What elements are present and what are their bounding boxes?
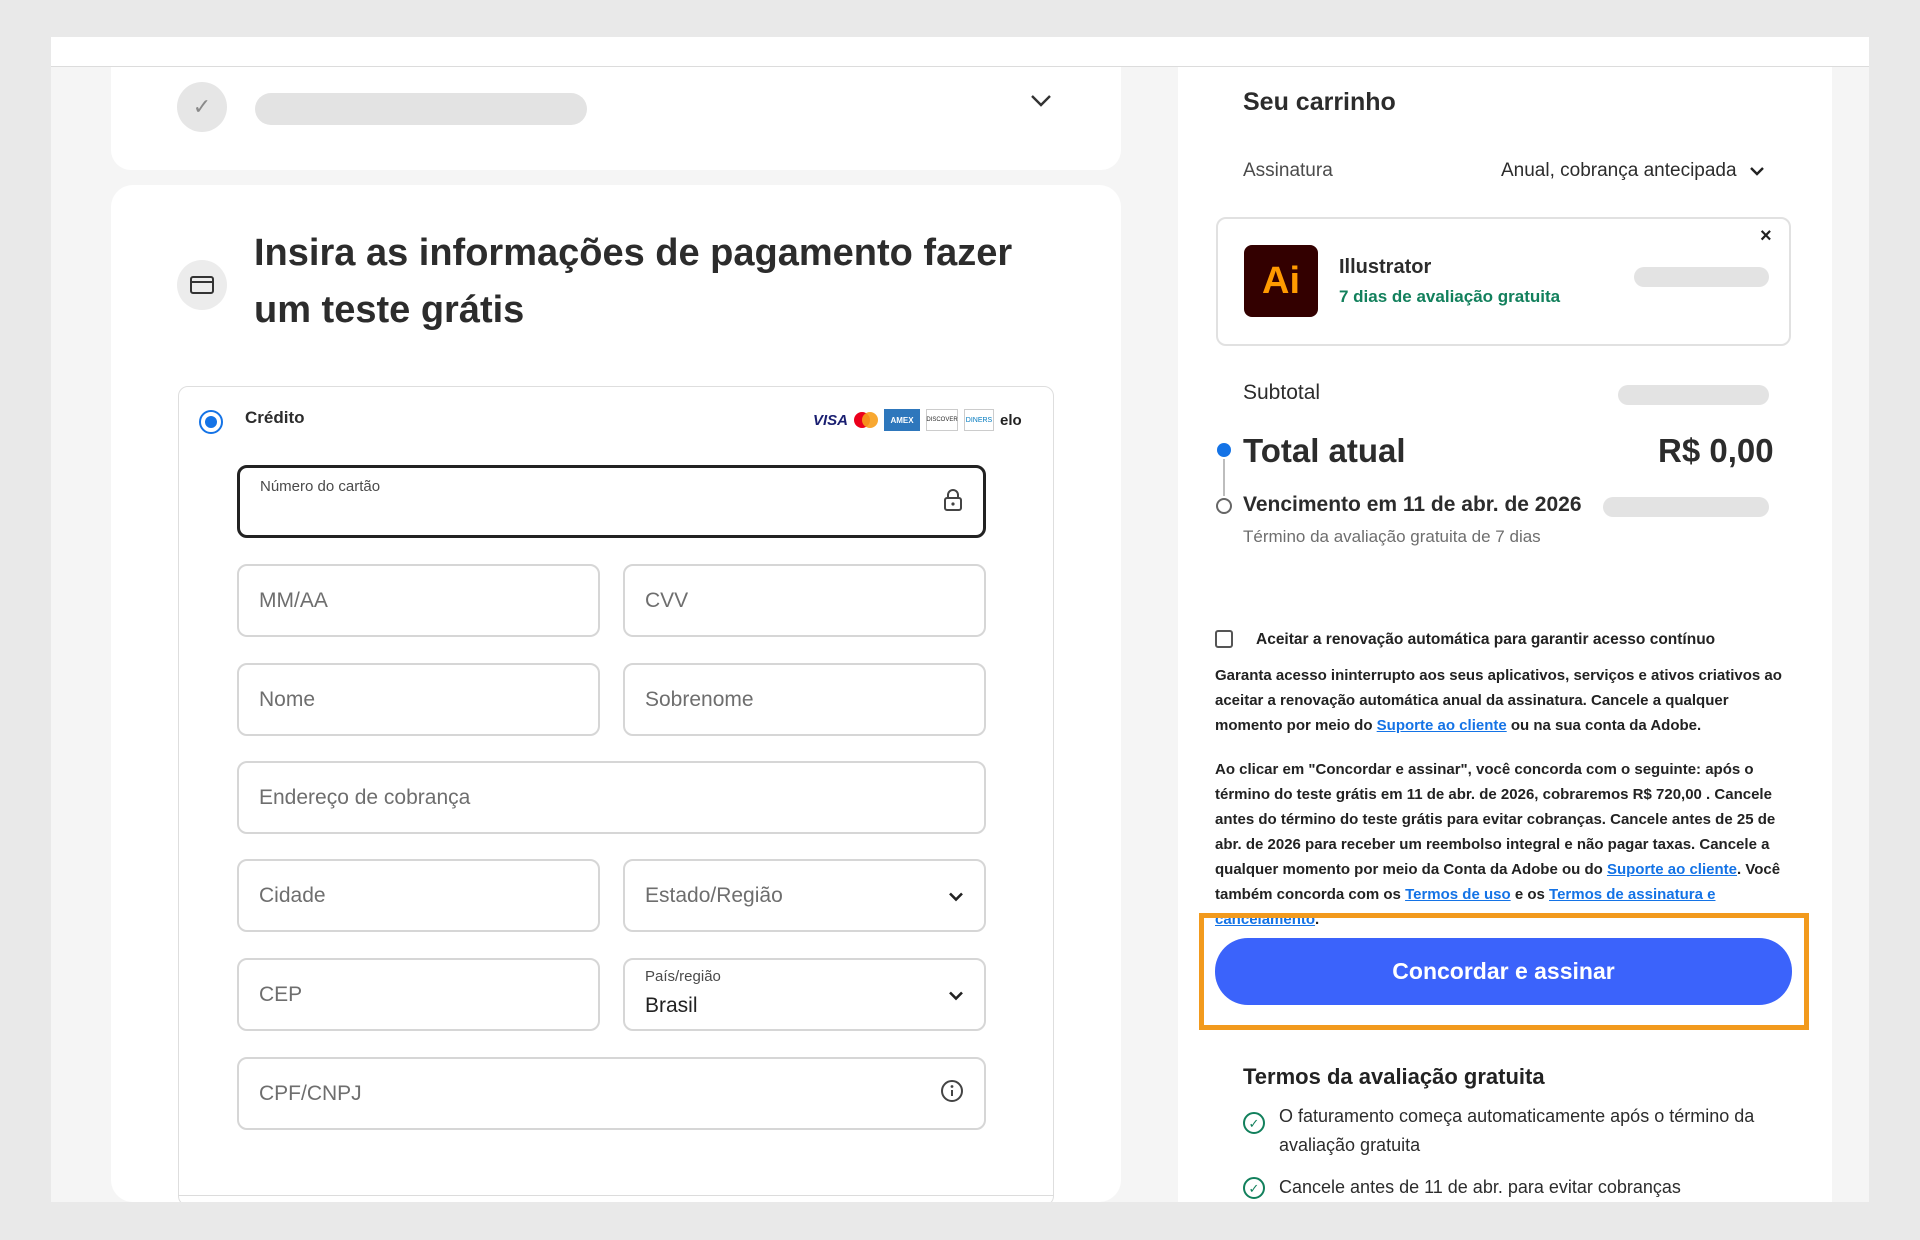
first-name-placeholder: Nome bbox=[259, 687, 316, 711]
visa-logo: VISA bbox=[813, 411, 849, 429]
expiry-field[interactable]: MM/AA bbox=[237, 564, 600, 637]
card-brand-logos: VISA AMEX DISCOVER DINERS elo bbox=[813, 409, 1022, 431]
credit-card-icon bbox=[177, 260, 227, 310]
subscription-select[interactable]: Anual, cobrança antecipada bbox=[1501, 160, 1765, 182]
chevron-down-icon[interactable] bbox=[1030, 92, 1052, 113]
card-number-field[interactable]: Número do cartão bbox=[237, 465, 986, 538]
page-title: Insira as informações de pagamento fazer… bbox=[254, 232, 1013, 331]
subscription-label: Assinatura bbox=[1243, 160, 1333, 181]
chevron-down-icon bbox=[948, 884, 964, 907]
timeline-current-dot bbox=[1217, 443, 1231, 457]
subtotal-label: Subtotal bbox=[1243, 381, 1321, 404]
due-date-label: Vencimento em 11 de abr. de 2026 bbox=[1243, 493, 1582, 516]
cvv-placeholder: CVV bbox=[645, 588, 689, 612]
check-circle-icon: ✓ bbox=[1243, 1112, 1265, 1134]
price-skeleton bbox=[1634, 267, 1769, 287]
chevron-down-icon bbox=[1749, 167, 1764, 176]
amex-logo: AMEX bbox=[884, 409, 921, 431]
subscription-value: Anual, cobrança antecipada bbox=[1501, 160, 1737, 181]
lock-icon bbox=[943, 488, 963, 516]
check-circle-icon: ✓ bbox=[1243, 1177, 1265, 1199]
credit-radio[interactable] bbox=[199, 410, 223, 434]
remove-item-close-icon[interactable]: × bbox=[1760, 225, 1772, 248]
tax-id-placeholder: CPF/CNPJ bbox=[259, 1081, 362, 1105]
step-complete-check-icon: ✓ bbox=[177, 82, 227, 132]
trial-terms-title: Termos da avaliação gratuita bbox=[1243, 1064, 1545, 1089]
bottom-margin bbox=[0, 1202, 1920, 1240]
support-link[interactable]: Suporte ao cliente bbox=[1607, 861, 1737, 878]
cvv-field[interactable]: CVV bbox=[623, 564, 986, 637]
terms-of-use-link[interactable]: Termos de uso bbox=[1405, 886, 1511, 903]
last-name-placeholder: Sobrenome bbox=[645, 687, 754, 711]
credit-method-label: Crédito bbox=[245, 408, 305, 427]
country-value: Brasil bbox=[645, 994, 698, 1017]
country-select[interactable]: País/região Brasil bbox=[623, 958, 986, 1031]
product-name: Illustrator bbox=[1339, 256, 1432, 278]
zip-field[interactable]: CEP bbox=[237, 958, 600, 1031]
product-trial-badge: 7 dias de avaliação gratuita bbox=[1339, 287, 1561, 306]
mastercard-logo bbox=[854, 412, 879, 428]
divider bbox=[178, 1195, 1054, 1196]
elo-logo: elo bbox=[1000, 411, 1022, 429]
total-value: R$ 0,00 bbox=[1658, 432, 1774, 469]
first-name-field[interactable]: Nome bbox=[237, 663, 600, 736]
city-placeholder: Cidade bbox=[259, 883, 326, 907]
top-bar bbox=[51, 37, 1869, 67]
due-amount-skeleton bbox=[1603, 497, 1769, 517]
expiry-placeholder: MM/AA bbox=[259, 588, 328, 612]
state-placeholder: Estado/Região bbox=[645, 883, 783, 907]
illustrator-app-icon: Ai bbox=[1244, 245, 1318, 317]
country-label: País/região bbox=[645, 968, 721, 985]
info-icon[interactable] bbox=[940, 1079, 964, 1109]
tax-id-field[interactable]: CPF/CNPJ bbox=[237, 1057, 986, 1130]
timeline-line bbox=[1223, 459, 1225, 496]
total-label: Total atual bbox=[1243, 432, 1406, 469]
renewal-text: Garanta acesso ininterrupto aos seus apl… bbox=[1215, 667, 1782, 734]
trial-term-text: O faturamento começa automaticamente apó… bbox=[1279, 1106, 1755, 1155]
due-date-subtitle: Término da avaliação gratuita de 7 dias bbox=[1243, 527, 1541, 546]
legal-text: Ao clicar em "Concordar e assinar", você… bbox=[1215, 761, 1781, 928]
diners-logo: DINERS bbox=[964, 409, 995, 431]
chevron-down-icon bbox=[948, 983, 964, 1006]
agree-and-subscribe-button[interactable]: Concordar e assinar bbox=[1215, 938, 1792, 1005]
subtotal-skeleton bbox=[1618, 385, 1769, 405]
billing-address-field[interactable]: Endereço de cobrança bbox=[237, 761, 986, 834]
trial-term-item: ✓ Cancele antes de 11 de abr. para evita… bbox=[1243, 1173, 1783, 1202]
trial-term-item: ✓ O faturamento começa automaticamente a… bbox=[1243, 1102, 1783, 1160]
card-number-label: Número do cartão bbox=[260, 478, 381, 495]
zip-placeholder: CEP bbox=[259, 982, 303, 1006]
cart-title: Seu carrinho bbox=[1243, 88, 1396, 116]
last-name-field[interactable]: Sobrenome bbox=[623, 663, 986, 736]
step-summary-skeleton bbox=[255, 93, 587, 125]
timeline-future-dot bbox=[1216, 498, 1232, 514]
auto-renew-label: Aceitar a renovação automática para gara… bbox=[1256, 631, 1716, 648]
state-select[interactable]: Estado/Região bbox=[623, 859, 986, 932]
city-field[interactable]: Cidade bbox=[237, 859, 600, 932]
trial-term-text: Cancele antes de 11 de abr. para evitar … bbox=[1279, 1177, 1681, 1197]
discover-logo: DISCOVER bbox=[926, 409, 959, 431]
auto-renew-checkbox[interactable] bbox=[1215, 630, 1233, 648]
support-link[interactable]: Suporte ao cliente bbox=[1377, 717, 1507, 734]
address-placeholder: Endereço de cobrança bbox=[259, 785, 471, 809]
